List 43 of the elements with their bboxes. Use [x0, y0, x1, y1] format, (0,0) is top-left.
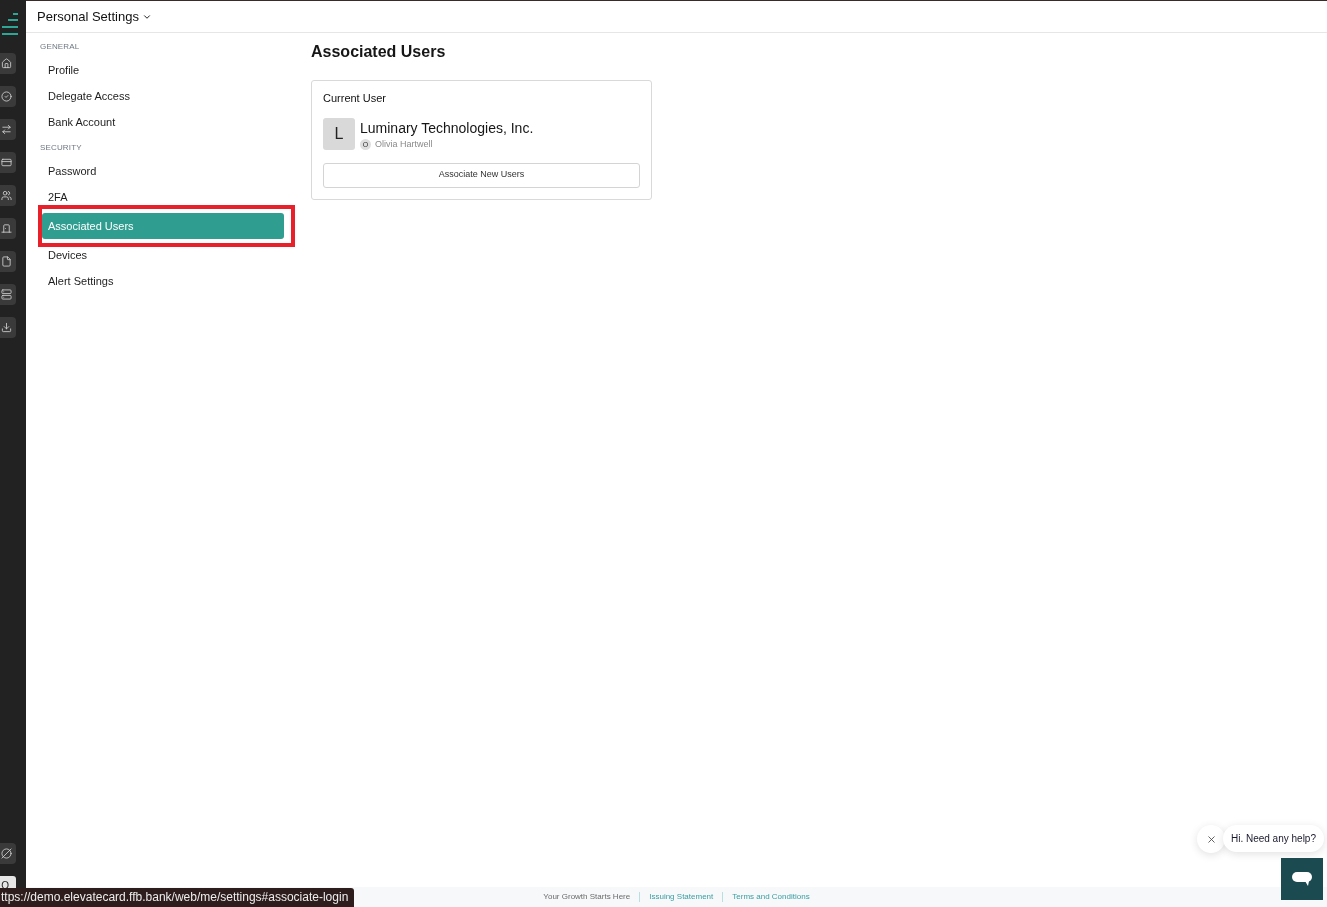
- chat-greeting-bubble: Hi. Need any help?: [1222, 825, 1324, 852]
- settings-nav-item[interactable]: Password: [42, 164, 103, 178]
- rail-button[interactable]: [0, 119, 16, 140]
- rail-button[interactable]: [0, 251, 16, 272]
- rail-button[interactable]: [0, 284, 16, 305]
- settings-nav-item[interactable]: Profile: [42, 63, 86, 77]
- rail-button[interactable]: [0, 53, 16, 74]
- page-heading: Associated Users: [311, 42, 447, 62]
- page-title-dropdown[interactable]: Personal Settings: [37, 6, 152, 27]
- rail-button[interactable]: [0, 317, 16, 338]
- rail-button[interactable]: [0, 185, 16, 206]
- chat-button[interactable]: [1281, 858, 1323, 900]
- user-name: Olivia Hartwell: [375, 138, 433, 151]
- rail-button[interactable]: [0, 152, 16, 173]
- swap-arrows-icon: [1, 124, 12, 135]
- card-heading: Current User: [323, 92, 387, 105]
- users-icon: [1, 190, 12, 201]
- door-icon: [1, 223, 12, 234]
- status-url-tooltip: ttps://demo.elevatecard.ffb.bank/web/me/settings#associate-login: [0, 888, 355, 907]
- settings-nav-item[interactable]: 2FA: [42, 190, 74, 204]
- settings-nav-item[interactable]: Delegate Access: [42, 89, 136, 103]
- close-icon: [1205, 833, 1217, 845]
- rail-button[interactable]: [0, 218, 16, 239]
- settings-nav-item[interactable]: Bank Account: [42, 115, 122, 129]
- settings-nav-item[interactable]: Alert Settings: [42, 274, 120, 288]
- download-icon: [1, 322, 12, 333]
- company-avatar: L: [323, 118, 355, 150]
- credit-card-icon: [1, 157, 12, 168]
- chat-bubble-icon: [1292, 872, 1312, 886]
- rail-button[interactable]: [0, 843, 16, 864]
- rail-button[interactable]: [0, 86, 16, 107]
- slashed-circle-icon: [1, 848, 12, 859]
- associate-users-button[interactable]: Associate New Users: [323, 162, 640, 188]
- company-name: Luminary Technologies, Inc.: [360, 120, 534, 137]
- file-icon: [1, 256, 12, 267]
- check-circle-icon: [1, 91, 12, 102]
- settings-nav-item[interactable]: Devices: [42, 248, 94, 262]
- stacked-lines-icon: [2, 13, 18, 35]
- section-heading: SECURITY: [40, 142, 83, 154]
- home-icon: [1, 58, 12, 69]
- footer-tagline: Your Growth Starts Here: [543, 891, 631, 903]
- section-heading: GENERAL: [40, 41, 81, 53]
- server-icon: [1, 289, 12, 300]
